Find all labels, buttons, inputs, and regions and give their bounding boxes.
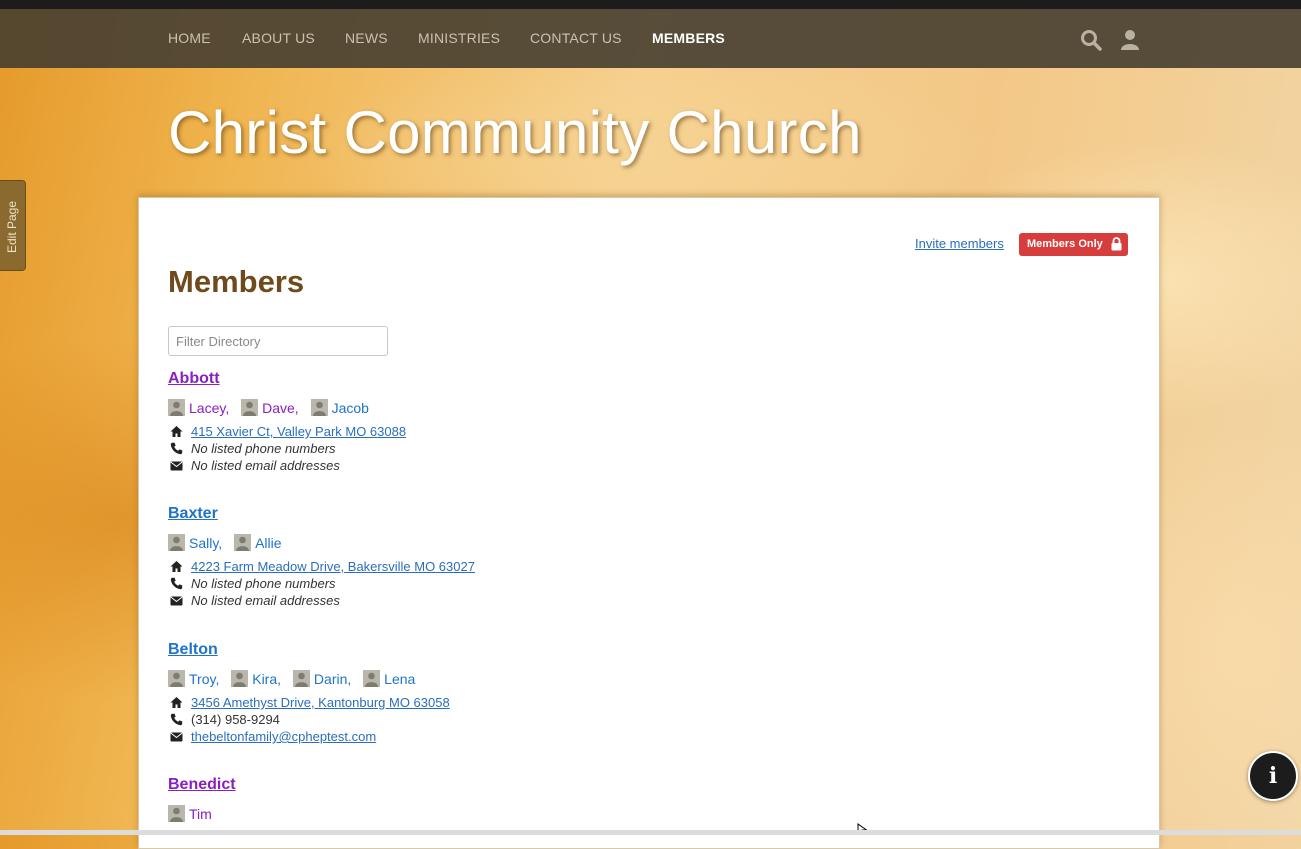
browser-top-strip (0, 0, 1301, 9)
avatar-placeholder-icon (363, 670, 381, 687)
main-navbar: HOME ABOUT US NEWS MINISTRIES CONTACT US… (0, 9, 1301, 68)
family-name-link[interactable]: Baxter (168, 503, 968, 525)
family-name-link[interactable]: Abbott (168, 368, 968, 390)
email-text: No listed email addresses (191, 593, 340, 608)
address-link[interactable]: 4223 Farm Meadow Drive, Bakersville MO 6… (191, 559, 475, 574)
filter-directory-input[interactable] (168, 326, 388, 356)
member-link[interactable]: Sally, (168, 534, 222, 551)
phone-icon (170, 442, 183, 455)
phone-text: No listed phone numbers (191, 441, 336, 456)
avatar-placeholder-icon (310, 399, 328, 416)
home-icon (170, 561, 183, 572)
member-list: Troy, Kira, Darin, Lena (168, 670, 968, 690)
member-name: Jacob (331, 400, 369, 416)
member-list: Sally, Allie (168, 534, 968, 554)
avatar-placeholder-icon (168, 534, 185, 551)
edit-page-tab[interactable]: Edit Page (0, 180, 26, 271)
family-details: 4223 Farm Meadow Drive, Bakersville MO 6… (168, 558, 968, 609)
member-link[interactable]: Jacob (310, 399, 369, 416)
member-link[interactable]: Darin, (292, 670, 352, 687)
family-entry: Baxter Sally, Allie 4223 Farm Meadow Dri… (168, 503, 968, 609)
member-link[interactable]: Lacey, (168, 399, 229, 416)
email-link[interactable]: thebeltonfamily@cpheptest.com (191, 729, 376, 744)
address-link[interactable]: 3456 Amethyst Drive, Kantonburg MO 63058 (191, 695, 450, 710)
address-link[interactable]: 415 Xavier Ct, Valley Park MO 63088 (191, 424, 406, 439)
site-title[interactable]: Christ Community Church (168, 98, 862, 167)
family-entry: Belton Troy, Kira, Darin, Lena 3456 Amet… (168, 639, 968, 745)
member-name: Dave, (262, 400, 299, 416)
user-icon[interactable] (1120, 29, 1142, 51)
info-icon: i (1268, 763, 1278, 789)
nav-members[interactable]: MEMBERS (652, 30, 725, 46)
member-link[interactable]: Troy, (168, 670, 219, 687)
member-name: Darin, (313, 671, 352, 687)
member-name: Lena (384, 671, 416, 687)
avatar-placeholder-icon (168, 805, 185, 822)
phone-icon (170, 713, 183, 726)
home-icon (170, 426, 183, 437)
envelope-icon (170, 596, 183, 606)
member-name: Lacey, (189, 400, 230, 416)
avatar-placeholder-icon (241, 399, 259, 416)
member-list: Lacey, Dave, Jacob (168, 399, 968, 419)
page-title: Members (168, 264, 305, 299)
member-name: Kira, (252, 671, 282, 687)
family-entry: Benedict Tim (168, 774, 968, 825)
avatar-placeholder-icon (231, 670, 249, 687)
email-text: No listed email addresses (191, 458, 340, 473)
nav-ministries[interactable]: MINISTRIES (418, 30, 500, 46)
nav-news[interactable]: NEWS (345, 30, 388, 46)
member-link[interactable]: Kira, (231, 670, 281, 687)
envelope-icon (170, 461, 183, 471)
family-name-link[interactable]: Benedict (168, 774, 968, 796)
members-only-label: Members Only (1027, 238, 1103, 250)
member-name: Troy, (189, 671, 220, 687)
member-link[interactable]: Allie (234, 534, 282, 551)
family-entry: Abbott Lacey, Dave, Jacob 415 Xavier Ct,… (168, 368, 968, 474)
nav-contact-us[interactable]: CONTACT US (530, 30, 622, 46)
members-only-badge[interactable]: Members Only (1019, 233, 1128, 256)
family-name-link[interactable]: Belton (168, 639, 968, 661)
member-name: Tim (189, 806, 212, 822)
invite-members-link[interactable]: Invite members (915, 236, 1004, 251)
member-link[interactable]: Lena (363, 670, 415, 687)
nav-home[interactable]: HOME (168, 30, 211, 46)
lock-icon (1111, 237, 1122, 251)
avatar-placeholder-icon (168, 670, 185, 687)
avatar-placeholder-icon (168, 399, 185, 416)
edit-page-label: Edit Page (5, 200, 19, 254)
nav-about-us[interactable]: ABOUT US (242, 30, 315, 46)
search-icon[interactable] (1080, 29, 1102, 51)
member-name: Allie (255, 535, 282, 551)
member-list: Tim (168, 805, 968, 825)
member-name: Sally, (189, 535, 223, 551)
bottom-scroll-edge (0, 830, 1301, 835)
envelope-icon (170, 732, 183, 742)
member-link[interactable]: Tim (168, 805, 212, 822)
info-button[interactable]: i (1248, 751, 1298, 801)
member-link[interactable]: Dave, (241, 399, 299, 416)
family-details: 415 Xavier Ct, Valley Park MO 63088 No l… (168, 423, 968, 474)
phone-icon (170, 577, 183, 590)
phone-text: (314) 958-9294 (191, 712, 280, 727)
phone-text: No listed phone numbers (191, 576, 336, 591)
family-details: 3456 Amethyst Drive, Kantonburg MO 63058… (168, 694, 968, 745)
avatar-placeholder-icon (292, 670, 310, 687)
home-icon (170, 697, 183, 708)
avatar-placeholder-icon (234, 534, 252, 551)
